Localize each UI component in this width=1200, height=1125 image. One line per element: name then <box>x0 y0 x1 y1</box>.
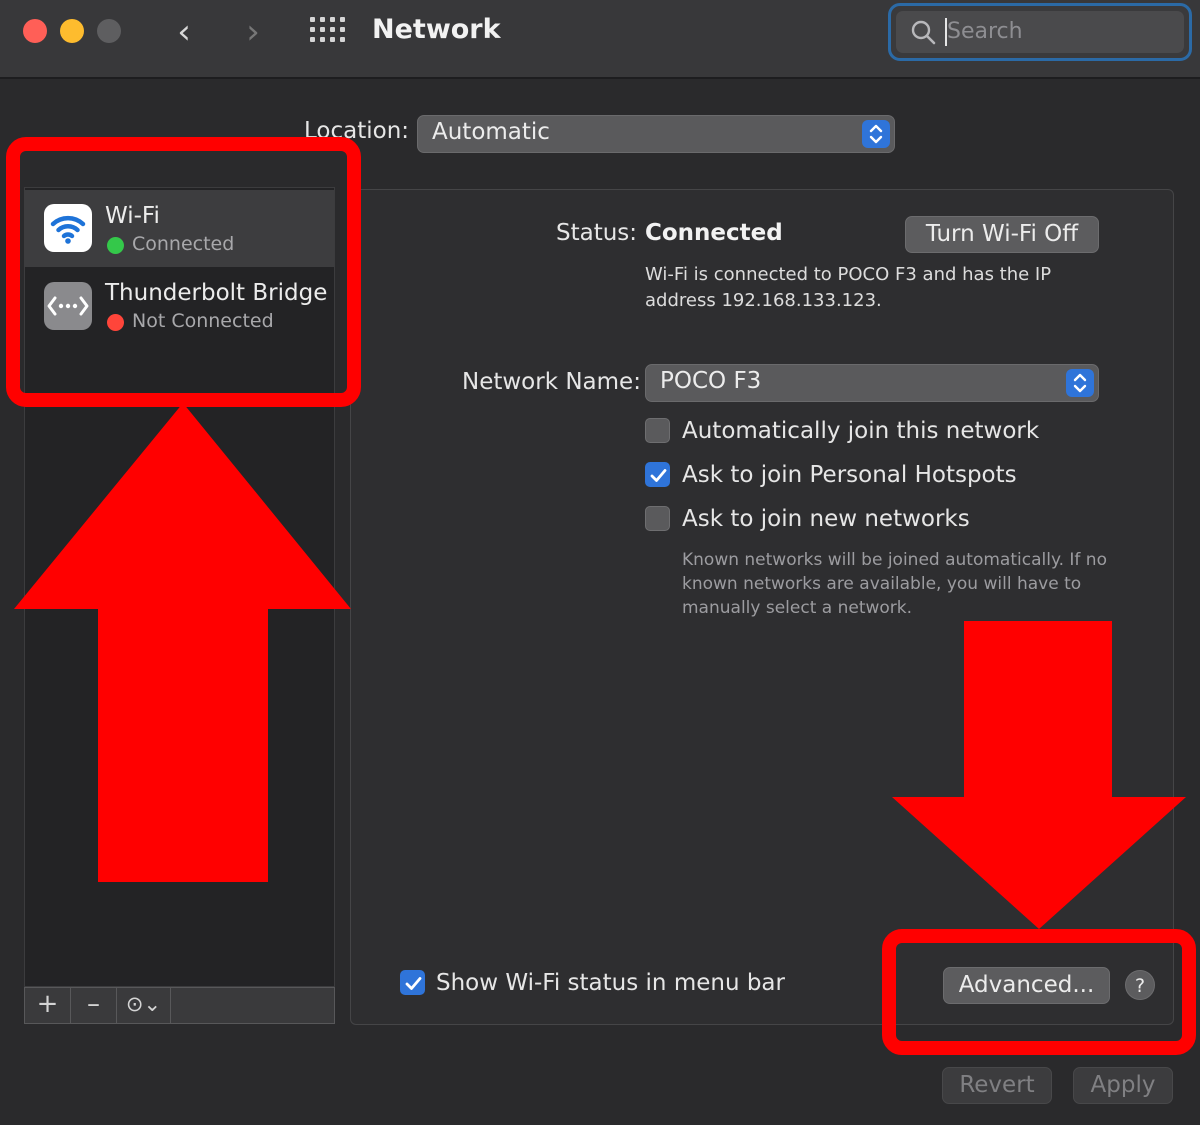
annotation-arrows <box>14 403 1186 929</box>
up-arrow-annotation <box>14 403 351 882</box>
down-arrow-annotation <box>892 621 1186 929</box>
